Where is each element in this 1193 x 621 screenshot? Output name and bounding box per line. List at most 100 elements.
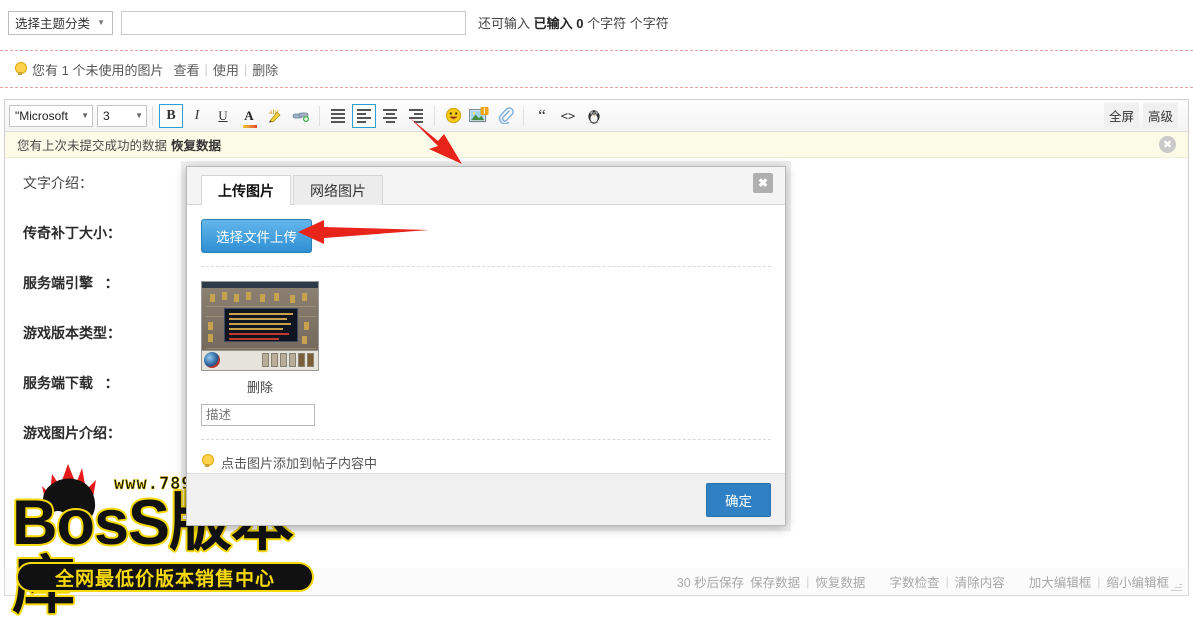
editor-statusbar: 30 秒后保存 保存数据 | 恢复数据 字数检查 | 清除内容 加大编辑框 | … — [4, 568, 1189, 596]
image-description-input[interactable] — [201, 404, 315, 426]
align-justify-icon — [331, 108, 345, 123]
restore-data-link-status[interactable]: 恢复数据 — [815, 572, 865, 591]
align-center-button[interactable] — [378, 104, 402, 128]
enlarge-editor-link[interactable]: 加大编辑框 — [1029, 572, 1092, 591]
insert-image-button[interactable]: i — [467, 104, 491, 128]
attachment-button[interactable] — [493, 104, 517, 128]
chevron-down-icon: ▼ — [81, 111, 89, 120]
tab-upload-image[interactable]: 上传图片 — [201, 175, 291, 205]
restore-message: 您有上次未提交成功的数据 — [17, 139, 168, 153]
qq-penguin-icon — [588, 110, 600, 124]
underline-button[interactable]: U — [211, 104, 235, 128]
thumbnail-game-panel — [224, 308, 298, 342]
link-icon — [292, 112, 309, 122]
qq-button[interactable] — [582, 104, 606, 128]
toolbar-divider — [523, 105, 524, 126]
restore-data-link[interactable]: 恢复数据 — [171, 135, 221, 154]
align-left-button[interactable] — [352, 103, 376, 128]
dialog-footer: 确定 — [187, 473, 785, 525]
hint-line-1-text: 点击图片添加到帖子内容中 — [221, 456, 378, 471]
fullscreen-button[interactable]: 全屏 — [1103, 103, 1139, 128]
chevron-down-icon: ▼ — [135, 111, 143, 120]
status-sep-3: | — [1097, 574, 1101, 589]
unused-image-notice: 您有 1 个未使用的图片 查看 | 使用 | 删除 — [0, 50, 1193, 88]
confirm-button[interactable]: 确定 — [706, 482, 771, 517]
word-count-link[interactable]: 字数检查 — [889, 572, 939, 591]
italic-icon: I — [194, 107, 200, 123]
text-color-button[interactable]: A — [237, 104, 261, 128]
quote-icon: “ — [538, 105, 546, 125]
unused-delete-link[interactable]: 删除 — [252, 60, 278, 79]
thumbnail-game-hud — [202, 350, 318, 370]
unused-view-link[interactable]: 查看 — [173, 60, 199, 79]
resize-grip[interactable] — [1170, 580, 1182, 592]
unused-use-link[interactable]: 使用 — [213, 60, 239, 79]
align-right-button[interactable] — [404, 104, 428, 128]
highlight-pen-icon: abc — [268, 109, 280, 123]
code-icon: <> — [560, 108, 576, 123]
restore-data-bar: 您有上次未提交成功的数据 恢复数据 ✖ — [5, 132, 1188, 158]
dialog-hint-block: 点击图片添加到帖子内容中 文件尺寸: 小于 2MB，可用扩展名: jpg, jp… — [201, 439, 771, 473]
thumbnail-game-titlebar — [202, 282, 318, 288]
clear-content-link[interactable]: 清除内容 — [955, 572, 1005, 591]
svg-text:i: i — [483, 107, 485, 115]
image-upload-dialog: 上传图片 网络图片 ✖ 选择文件上传 删除 描述 点击图片添加到帖子内容中 确定 — [181, 161, 791, 531]
category-select-label: 选择主题分类 — [15, 17, 91, 31]
font-family-select[interactable]: "Microsoft ▼ — [9, 104, 93, 127]
close-icon[interactable]: ✖ — [1159, 136, 1176, 153]
align-justify-button[interactable] — [326, 104, 350, 128]
smiley-icon — [445, 107, 461, 124]
save-data-link[interactable]: 保存数据 — [750, 572, 800, 591]
unused-sep-2: | — [243, 61, 248, 77]
delete-image-link[interactable]: 删除 — [201, 377, 319, 396]
hint-line-1: 点击图片添加到帖子内容中 — [201, 453, 771, 472]
lightbulb-icon — [201, 454, 214, 468]
attachment-icon — [498, 107, 514, 124]
toolbar-divider — [434, 105, 435, 126]
font-size-value: 3 — [103, 108, 110, 123]
char-counter-prefix: 还可输入 — [478, 16, 531, 31]
quote-button[interactable]: “ — [530, 104, 554, 128]
uploaded-image-item: 删除 — [201, 281, 321, 426]
unused-sep-1: | — [204, 61, 208, 77]
insert-link-button[interactable] — [289, 104, 313, 128]
select-file-upload-button[interactable]: 选择文件上传 — [201, 219, 312, 253]
align-left-icon — [357, 108, 371, 123]
chevron-down-icon: ▼ — [97, 18, 105, 27]
char-counter: 还可输入 已输入 0 个字符 个字符 — [478, 13, 669, 32]
char-counter-suffix: 个字符 — [629, 16, 669, 31]
image-icon: i — [469, 106, 489, 122]
dialog-body: 选择文件上传 删除 描述 点击图片添加到帖子内容中 — [187, 205, 785, 473]
dialog-divider — [201, 266, 771, 267]
lightbulb-icon — [14, 62, 27, 76]
font-family-value: "Microsoft — [15, 108, 68, 123]
advanced-button[interactable]: 高级 — [1142, 103, 1178, 128]
shrink-editor-link[interactable]: 缩小编辑框 — [1106, 572, 1169, 591]
toolbar-right-group: 全屏 高级 — [1103, 103, 1184, 128]
title-input[interactable] — [121, 10, 466, 35]
editor-toolbar: "Microsoft ▼ 3 ▼ B I U A abc i “ <> 全屏 高… — [5, 100, 1188, 132]
tab-network-image[interactable]: 网络图片 — [293, 175, 383, 205]
unused-image-text: 您有 1 个未使用的图片 — [32, 62, 164, 78]
post-header-row: 选择主题分类 ▼ 还可输入 已输入 0 个字符 个字符 — [0, 0, 1193, 45]
image-thumbnail[interactable] — [201, 281, 319, 371]
dialog-tabbar: 上传图片 网络图片 ✖ — [187, 167, 785, 205]
status-sep-1: | — [806, 574, 810, 589]
tab-network-image-label: 网络图片 — [310, 182, 366, 199]
bold-button[interactable]: B — [159, 103, 183, 128]
font-size-select[interactable]: 3 ▼ — [97, 104, 147, 127]
underline-icon: U — [218, 107, 228, 123]
close-icon[interactable]: ✖ — [753, 173, 773, 193]
autosave-text: 30 秒后保存 — [676, 576, 745, 590]
align-right-icon — [409, 108, 423, 123]
char-counter-count: 0 — [576, 16, 584, 31]
smiley-button[interactable] — [441, 104, 465, 128]
status-sep-2: | — [945, 574, 949, 589]
code-button[interactable]: <> — [556, 104, 580, 128]
italic-button[interactable]: I — [185, 104, 209, 128]
tab-upload-image-label: 上传图片 — [218, 182, 274, 199]
category-select[interactable]: 选择主题分类 ▼ — [8, 10, 113, 35]
char-counter-entered-label: 已输入 — [533, 16, 573, 31]
highlight-button[interactable]: abc — [263, 104, 287, 128]
char-counter-unit: 个字符 — [587, 16, 627, 31]
